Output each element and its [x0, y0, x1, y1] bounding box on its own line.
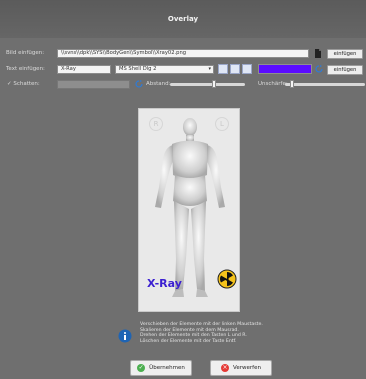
info-section: Verschieben der Elemente mit der linken … — [118, 322, 308, 356]
refresh-shadow-icon[interactable] — [134, 79, 144, 89]
italic-icon[interactable] — [230, 64, 240, 74]
refresh-icon[interactable] — [314, 64, 324, 74]
sharpness-slider[interactable] — [285, 83, 365, 86]
distance-slider[interactable] — [170, 83, 245, 86]
discard-button[interactable]: × Verwerfen — [210, 360, 272, 376]
info-icon — [118, 329, 132, 343]
overlay-xray-text[interactable]: X-Ray — [147, 277, 182, 290]
accept-button[interactable]: ✓ Übernehmen — [130, 360, 192, 376]
text-color-swatch[interactable] — [258, 64, 312, 74]
overlay-canvas[interactable]: R L X-Ray — [138, 108, 240, 312]
chevron-down-icon: ▾ — [208, 66, 211, 72]
close-circle-icon: × — [221, 364, 230, 372]
distance-label: Abstand: — [146, 81, 171, 87]
shadow-label: Schatten: — [13, 81, 40, 87]
text-color-fill — [259, 65, 311, 73]
bold-icon[interactable] — [218, 64, 228, 74]
info-line: Löschen der Elemente mit der Taste Entf. — [140, 338, 237, 344]
info-line: Verschieben der Elemente mit der linken … — [140, 322, 263, 327]
underline-icon[interactable] — [242, 64, 252, 74]
shadow-checkbox[interactable]: ✓ Schatten: — [7, 81, 40, 87]
sharpness-slider-thumb[interactable] — [290, 80, 294, 88]
check-circle-icon: ✓ — [137, 364, 146, 372]
window-title: Overlay — [167, 15, 199, 23]
insert-text-button[interactable]: einfügen — [327, 65, 363, 75]
image-path-field[interactable]: \\svns\\dpk\\SYS\\BodyGen\\Symbol\\Xray0… — [57, 49, 309, 58]
text-input[interactable]: X-Ray — [57, 65, 111, 74]
insert-image-button[interactable]: einfügen — [327, 49, 363, 59]
image-label: Bild einfügen: — [6, 50, 45, 56]
checkmark-icon: ✓ — [7, 81, 12, 87]
accept-label: Übernehmen — [149, 365, 185, 371]
info-text: Verschieben der Elemente mit der linken … — [140, 322, 263, 344]
font-select[interactable]: MS Shell Dlg 2 ▾ — [115, 65, 214, 74]
text-label: Text einfügen: — [6, 66, 45, 72]
distance-slider-thumb[interactable] — [212, 80, 216, 88]
shadow-color-swatch[interactable] — [57, 80, 130, 89]
sharpness-label: Unschärfe: — [258, 81, 288, 87]
discard-label: Verwerfen — [233, 365, 261, 371]
window-title-bar: Overlay — [0, 0, 366, 38]
file-icon[interactable] — [313, 48, 323, 58]
info-line: Drehen der Elemente mit den Tasten L und… — [140, 333, 247, 339]
radiation-icon[interactable] — [217, 269, 237, 289]
font-select-value: MS Shell Dlg 2 — [119, 66, 157, 72]
